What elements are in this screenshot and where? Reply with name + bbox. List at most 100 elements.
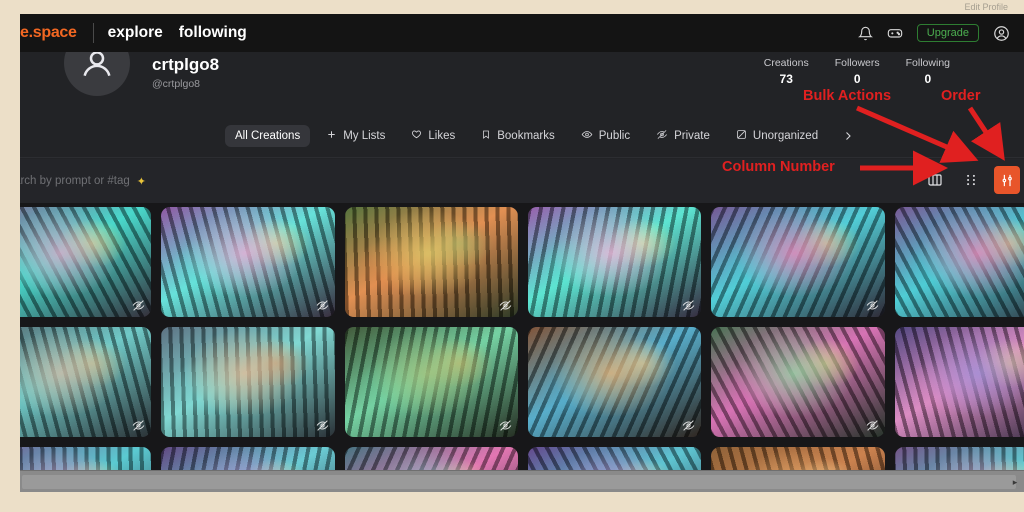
creation-thumbnail[interactable] — [711, 207, 885, 317]
upgrade-button[interactable]: Upgrade — [916, 24, 979, 42]
plus-icon — [326, 129, 337, 143]
search-toolbar-row: Search by prompt or #tag ✦ — [20, 159, 1024, 203]
annotation-bulk-actions: Bulk Actions — [803, 88, 892, 104]
creation-thumbnail[interactable] — [20, 447, 152, 470]
site-logo[interactable]: e.space — [20, 24, 77, 42]
eye-off-icon[interactable] — [682, 299, 695, 312]
tab-bookmarks[interactable]: Bookmarks — [471, 124, 565, 148]
tab-label: Likes — [428, 129, 456, 142]
eye-off-icon[interactable] — [499, 419, 512, 432]
profile-name: crtplgo8 — [152, 55, 220, 74]
top-nav-actions: Upgrade — [857, 24, 1016, 42]
tab-unorganized[interactable]: Unorganized — [726, 124, 828, 148]
eye-off-icon[interactable] — [682, 419, 695, 432]
nav-link-explore[interactable]: explore — [108, 24, 163, 42]
creation-thumbnail[interactable] — [527, 207, 702, 317]
stat-creations[interactable]: Creations 73 — [764, 57, 809, 86]
stat-label: Following — [905, 57, 950, 69]
tab-label: Public — [598, 129, 631, 142]
creation-thumbnail[interactable] — [161, 327, 335, 437]
creations-grid — [20, 203, 1024, 470]
annotation-column-number: Column Number — [722, 159, 835, 175]
eye-off-icon[interactable] — [132, 299, 145, 312]
eye-off-icon[interactable] — [316, 419, 329, 432]
creation-image — [711, 447, 885, 470]
tab-label: Bookmarks — [497, 129, 555, 142]
creation-thumbnail[interactable] — [20, 207, 152, 317]
tab-private[interactable]: Private — [646, 124, 720, 148]
tab-public[interactable]: Public — [571, 124, 640, 148]
account-circle-icon[interactable] — [993, 25, 1010, 42]
gallery-toolbar — [922, 166, 1020, 194]
inbox-icon — [736, 129, 747, 143]
profile-handle: @crtplgo8 — [152, 78, 201, 90]
creation-image — [344, 327, 518, 437]
creation-thumbnail[interactable] — [894, 207, 1024, 317]
creation-thumbnail[interactable] — [344, 447, 518, 470]
content-tabs: All Creations My Lists Likes Bookmarks P… — [20, 114, 1024, 158]
app-viewport: e.space explore following Upgrade crtplg… — [20, 14, 1024, 492]
creation-image — [894, 207, 1024, 317]
profile-header: crtplgo8 @crtplgo8 Creations 73 Follower… — [20, 30, 1024, 114]
creation-thumbnail[interactable] — [161, 207, 335, 317]
creation-thumbnail[interactable] — [527, 327, 702, 437]
creation-thumbnail[interactable] — [894, 447, 1024, 470]
top-navigation-bar: e.space explore following Upgrade — [20, 14, 1024, 52]
horizontal-scrollbar[interactable]: ▸ — [20, 470, 1024, 492]
creation-image — [711, 207, 885, 317]
sliders-icon — [1002, 174, 1012, 186]
creation-image — [344, 447, 518, 470]
nav-link-following[interactable]: following — [179, 24, 247, 42]
stat-label: Creations — [763, 57, 809, 69]
eye-icon — [581, 129, 593, 143]
eye-off-icon[interactable] — [866, 299, 879, 312]
bell-icon[interactable] — [857, 26, 873, 41]
creation-image — [711, 327, 885, 437]
chevron-right-icon[interactable] — [834, 126, 862, 146]
creation-thumbnail[interactable] — [894, 327, 1024, 437]
scrollbar-thumb[interactable] — [22, 474, 1016, 489]
creation-thumbnail[interactable] — [527, 447, 702, 470]
eye-off-icon[interactable] — [316, 299, 329, 312]
stat-value: 0 — [853, 72, 861, 86]
tab-my-lists[interactable]: My Lists — [316, 124, 395, 148]
chevron-right-icon[interactable]: ▸ — [1008, 475, 1022, 489]
creation-thumbnail[interactable] — [711, 447, 885, 470]
creation-thumbnail[interactable] — [344, 327, 518, 437]
tab-label: Unorganized — [752, 129, 819, 142]
annotation-order: Order — [941, 88, 981, 104]
search-placeholder: Search by prompt or #tag — [20, 175, 130, 187]
tab-likes[interactable]: Likes — [401, 124, 465, 148]
column-number-button[interactable] — [922, 166, 948, 194]
creation-image — [161, 327, 335, 437]
edit-profile-tooltip: Edit Profile — [964, 2, 1008, 12]
creation-image — [344, 207, 518, 317]
eye-off-icon[interactable] — [499, 299, 512, 312]
heart-icon — [411, 129, 422, 143]
creation-image — [161, 447, 335, 470]
creation-image — [894, 447, 1024, 470]
eye-off-icon[interactable] — [132, 419, 145, 432]
stat-label: Followers — [834, 57, 880, 69]
creation-image — [527, 447, 702, 470]
tab-all-creations[interactable]: All Creations — [225, 124, 311, 147]
tab-label: Private — [674, 129, 710, 142]
bulk-actions-button[interactable] — [958, 166, 984, 194]
sparkle-icon: ✦ — [136, 175, 146, 188]
page-root: e.space explore following Upgrade crtplg… — [0, 0, 1024, 512]
columns-icon — [928, 174, 942, 186]
creation-thumbnail[interactable] — [161, 447, 335, 470]
eye-off-icon[interactable] — [866, 419, 879, 432]
stat-followers[interactable]: Followers 0 — [835, 57, 880, 86]
order-button[interactable] — [994, 166, 1020, 194]
creation-thumbnail[interactable] — [711, 327, 885, 437]
profile-stats: Creations 73 Followers 0 Following 0 — [764, 57, 950, 86]
creations-gallery[interactable] — [20, 203, 1024, 470]
creation-thumbnail[interactable] — [344, 207, 518, 317]
grid-dots-icon — [967, 174, 975, 186]
eye-off-icon — [656, 129, 668, 143]
stat-following[interactable]: Following 0 — [906, 57, 950, 86]
game-controller-icon[interactable] — [887, 25, 903, 41]
creation-thumbnail[interactable] — [20, 327, 152, 437]
stat-value: 73 — [779, 72, 793, 86]
